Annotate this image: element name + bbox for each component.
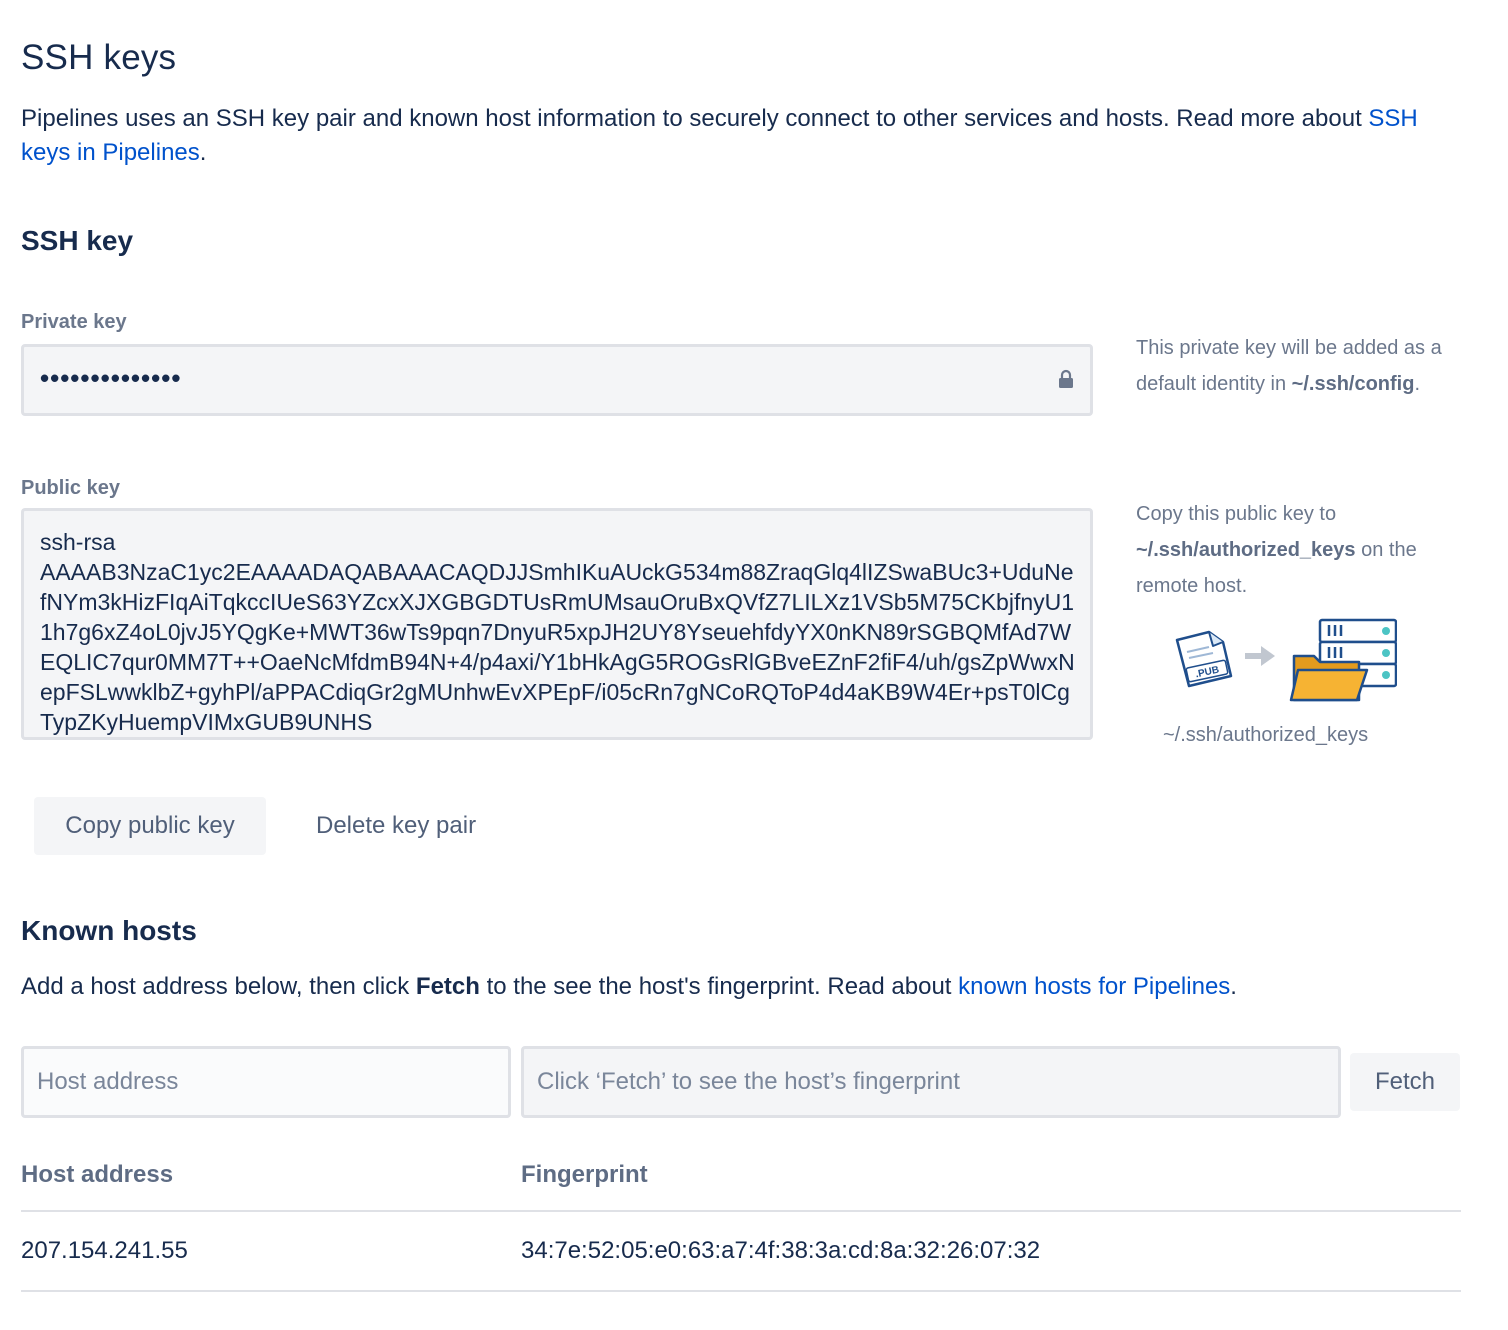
- folder-icon: [1289, 654, 1369, 702]
- illustration-caption: ~/.ssh/authorized_keys: [1163, 724, 1369, 746]
- fetch-button[interactable]: Fetch: [1350, 1053, 1460, 1111]
- intro-text: Pipelines uses an SSH key pair and known…: [21, 105, 1369, 132]
- page-title: SSH keys: [21, 38, 177, 77]
- public-key-field[interactable]: ssh-rsa AAAAB3NzaC1yc2EAAAADAQABAAACAQDJ…: [21, 508, 1093, 740]
- intro-end: .: [199, 139, 207, 166]
- private-key-help: This private key will be added as a defa…: [1136, 330, 1456, 402]
- known-hosts-table: Host address Fingerprint 207.154.241.55 …: [21, 1140, 1461, 1292]
- host-address-input[interactable]: [21, 1046, 511, 1118]
- fingerprint-cell: 34:7e:52:05:e0:63:a7:4f:38:3a:cd:8a:32:2…: [521, 1211, 1461, 1292]
- hosts-desc-text-2: to the see the host's fingerprint. Read …: [479, 973, 959, 1000]
- ssh-config-path: ~/.ssh/config: [1291, 373, 1415, 395]
- pub-file-icon: .PUB: [1175, 630, 1233, 688]
- known-hosts-docs-link[interactable]: known hosts for Pipelines: [958, 973, 1230, 1000]
- authorized-keys-illustration: .PUB: [1175, 618, 1397, 702]
- hosts-desc-text: Add a host address below, then click: [21, 973, 416, 1000]
- hosts-desc-end: .: [1230, 973, 1237, 1000]
- public-key-help: Copy this public key to ~/.ssh/authorize…: [1136, 496, 1456, 604]
- delete-key-pair-button[interactable]: Delete key pair: [294, 797, 498, 855]
- lock-icon: [1059, 369, 1073, 388]
- intro-paragraph: Pipelines uses an SSH key pair and known…: [21, 102, 1441, 170]
- known-hosts-section-title: Known hosts: [21, 915, 197, 946]
- private-help-end: .: [1414, 373, 1421, 395]
- host-address-cell: 207.154.241.55: [21, 1211, 521, 1292]
- private-key-label: Private key: [21, 311, 127, 333]
- copy-public-key-button[interactable]: Copy public key: [34, 797, 266, 855]
- known-hosts-description: Add a host address below, then click Fet…: [21, 970, 1237, 1004]
- fingerprint-input: [521, 1046, 1341, 1118]
- column-header-host-address: Host address: [21, 1140, 521, 1212]
- table-header-row: Host address Fingerprint: [21, 1140, 1461, 1212]
- authorized-keys-path: ~/.ssh/authorized_keys: [1136, 539, 1356, 561]
- hosts-desc-fetch: Fetch: [415, 973, 480, 1000]
- private-key-field[interactable]: ••••••••••••••: [21, 344, 1093, 416]
- public-key-value: ssh-rsa AAAAB3NzaC1yc2EAAAADAQABAAACAQDJ…: [40, 529, 1075, 735]
- public-key-label: Public key: [21, 477, 120, 499]
- column-header-fingerprint: Fingerprint: [521, 1140, 1461, 1212]
- arrow-right-icon: [1245, 646, 1275, 666]
- table-row[interactable]: 207.154.241.55 34:7e:52:05:e0:63:a7:4f:3…: [21, 1211, 1461, 1292]
- ssh-key-section-title: SSH key: [21, 225, 134, 256]
- private-key-value: ••••••••••••••: [40, 363, 182, 393]
- public-help-text: Copy this public key to: [1136, 503, 1337, 525]
